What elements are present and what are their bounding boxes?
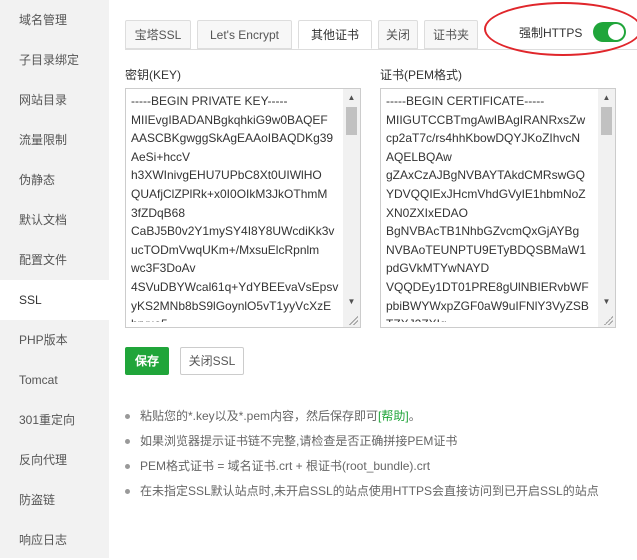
sidebar-item-traffic-limit[interactable]: 流量限制 [0, 120, 109, 160]
cert-field-label: 证书(PEM格式) [380, 68, 462, 82]
resize-grip-icon[interactable] [348, 315, 358, 325]
bullet-icon [125, 414, 130, 419]
resize-grip-icon[interactable] [603, 315, 613, 325]
tip-item: 如果浏览器提示证书链不完整,请检查是否正确拼接PEM证书 [123, 431, 633, 456]
scroll-up-icon[interactable]: ▲ [343, 89, 360, 106]
bullet-icon [125, 464, 130, 469]
tip-text: 如果浏览器提示证书链不完整,请检查是否正确拼接PEM证书 [140, 434, 458, 448]
tab-close[interactable]: 关闭 [378, 20, 418, 49]
key-field-label: 密钥(KEY) [125, 68, 182, 82]
key-textarea-content[interactable]: -----BEGIN PRIVATE KEY----- MIIEvgIBADAN… [131, 92, 341, 322]
force-https-toggle[interactable] [593, 22, 626, 42]
sidebar-item-rewrite[interactable]: 伪静态 [0, 160, 109, 200]
cert-scrollbar[interactable]: ▲ ▼ [598, 89, 615, 327]
tip-text: PEM格式证书 = 域名证书.crt + 根证书(root_bundle).cr… [140, 459, 431, 473]
toggle-knob [608, 24, 624, 40]
sidebar-item-default-doc[interactable]: 默认文档 [0, 200, 109, 240]
sidebar-item-reverse-proxy[interactable]: 反向代理 [0, 440, 109, 480]
tab-other-cert[interactable]: 其他证书 [298, 20, 372, 49]
ssl-panel: 宝塔SSL Let's Encrypt 其他证书 关闭 证书夹 强制HTTPS … [109, 0, 637, 558]
scroll-thumb[interactable] [601, 107, 612, 135]
tip-suffix: 。 [408, 409, 421, 423]
sidebar-item-tomcat[interactable]: Tomcat [0, 360, 109, 400]
tip-text: 粘贴您的*.key以及*.pem内容，然后保存即可 [140, 409, 379, 423]
force-https-label: 强制HTTPS [519, 26, 583, 40]
sidebar-item-config-file[interactable]: 配置文件 [0, 240, 109, 280]
sidebar-item-301-redirect[interactable]: 301重定向 [0, 400, 109, 440]
key-textarea[interactable]: -----BEGIN PRIVATE KEY----- MIIEvgIBADAN… [125, 88, 361, 328]
tab-lets-encrypt[interactable]: Let's Encrypt [197, 20, 292, 49]
scroll-thumb[interactable] [346, 107, 357, 135]
help-link[interactable]: [帮助] [378, 409, 409, 423]
sidebar: 域名管理 子目录绑定 网站目录 流量限制 伪静态 默认文档 配置文件 SSL P… [0, 0, 109, 558]
tip-item: 在未指定SSL默认站点时,未开启SSL的站点使用HTTPS会直接访问到已开启SS… [123, 481, 633, 506]
sidebar-item-site-dir[interactable]: 网站目录 [0, 80, 109, 120]
bullet-icon [125, 489, 130, 494]
save-button[interactable]: 保存 [125, 347, 169, 375]
tab-bt-ssl[interactable]: 宝塔SSL [125, 20, 191, 49]
tip-item: PEM格式证书 = 域名证书.crt + 根证书(root_bundle).cr… [123, 456, 633, 481]
scroll-down-icon[interactable]: ▼ [343, 293, 360, 310]
scroll-up-icon[interactable]: ▲ [598, 89, 615, 106]
bullet-icon [125, 439, 130, 444]
sidebar-item-subdir-binding[interactable]: 子目录绑定 [0, 40, 109, 80]
sidebar-item-response-log[interactable]: 响应日志 [0, 520, 109, 560]
tabs-divider [125, 49, 637, 50]
cert-textarea[interactable]: -----BEGIN CERTIFICATE----- MIIGUTCCBTmg… [380, 88, 616, 328]
sidebar-item-hotlink-protection[interactable]: 防盗链 [0, 480, 109, 520]
tip-text: 在未指定SSL默认站点时,未开启SSL的站点使用HTTPS会直接访问到已开启SS… [140, 484, 599, 498]
sidebar-item-domain[interactable]: 域名管理 [0, 0, 109, 40]
tab-cert-folder[interactable]: 证书夹 [424, 20, 478, 49]
sidebar-item-ssl[interactable]: SSL [0, 280, 109, 320]
close-ssl-button[interactable]: 关闭SSL [180, 347, 244, 375]
cert-textarea-content[interactable]: -----BEGIN CERTIFICATE----- MIIGUTCCBTmg… [386, 92, 596, 322]
sidebar-item-php-version[interactable]: PHP版本 [0, 320, 109, 360]
key-scrollbar[interactable]: ▲ ▼ [343, 89, 360, 327]
tip-item: 粘贴您的*.key以及*.pem内容，然后保存即可[帮助]。 [123, 406, 633, 431]
tips-list: 粘贴您的*.key以及*.pem内容，然后保存即可[帮助]。 如果浏览器提示证书… [123, 406, 633, 506]
scroll-down-icon[interactable]: ▼ [598, 293, 615, 310]
